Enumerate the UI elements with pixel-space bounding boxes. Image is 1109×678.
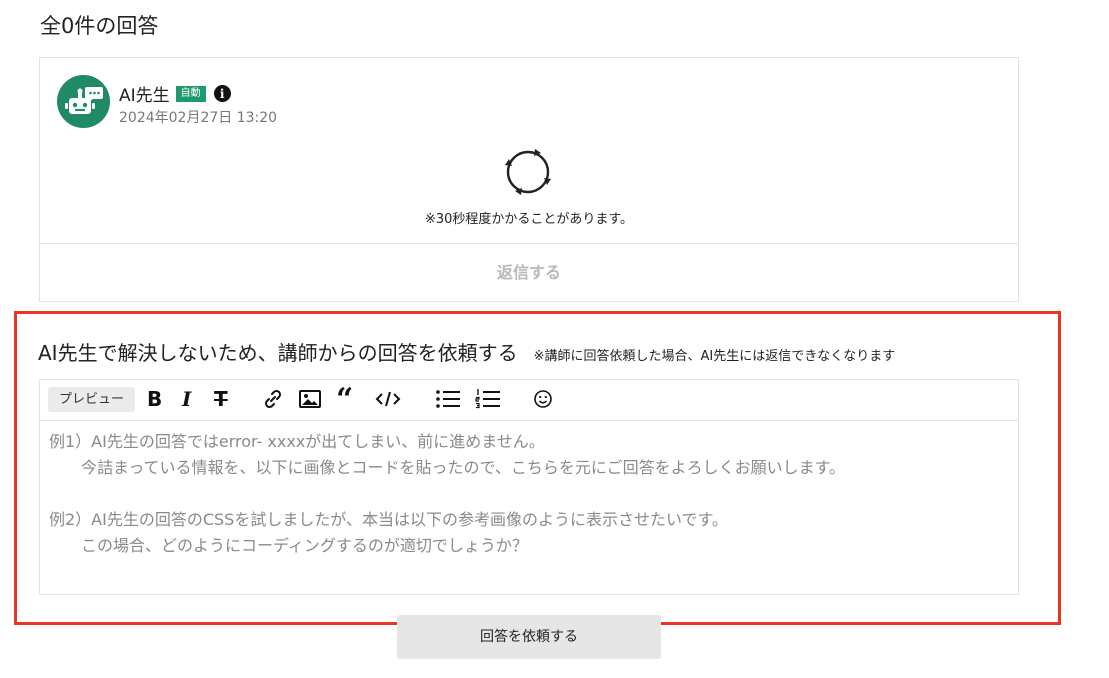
editor-placeholder[interactable]: 例1）AI先生の回答ではerror- xxxxが出てしまい、前に進めません。 今… [49,429,845,559]
request-title: AI先生で解決しないため、講師からの回答を依頼する [38,341,518,365]
loading-refresh-icon [505,149,551,195]
request-note: ※講師に回答依頼した場合、AI先生には返信できなくなります [533,349,896,364]
request-answer-button[interactable]: 回答を依頼する [397,615,661,659]
image-icon[interactable] [298,388,322,410]
answer-request-editor[interactable]: プレビュー B I T “ 例1）AI先生の回答ではerror- xxxxが出て… [39,379,1019,595]
preview-button[interactable]: プレビュー [48,387,136,412]
numbered-list-icon[interactable] [475,388,501,410]
answer-timestamp: 2024年02月27日 13:20 [119,110,278,126]
bullet-list-icon[interactable] [435,388,461,410]
strikethrough-icon[interactable]: T [214,387,228,411]
answers-count-heading: 全0件の回答 [40,14,159,38]
bold-icon[interactable]: B [147,387,162,411]
italic-icon[interactable]: I [182,387,191,411]
author-row: AI先生 自動 i [119,81,231,106]
robot-avatar-icon [57,75,110,128]
request-heading: AI先生で解決しないため、講師からの回答を依頼する ※講師に回答依頼した場合、A… [38,337,895,366]
ai-answer-card: AI先生 自動 i 2024年02月27日 13:20 ※30秒程度かかることが… [39,57,1019,302]
link-icon[interactable] [262,388,284,410]
emoji-icon[interactable] [532,388,554,410]
author-name: AI先生 [119,86,170,106]
editor-toolbar: プレビュー B I T “ [40,380,1018,421]
info-icon[interactable]: i [213,85,231,102]
reply-button[interactable]: 返信する [40,244,1018,302]
quote-icon[interactable]: “ [336,385,353,415]
code-icon[interactable] [375,388,401,410]
auto-badge: 自動 [175,85,206,102]
wait-note: ※30秒程度かかることがあります。 [424,212,634,227]
